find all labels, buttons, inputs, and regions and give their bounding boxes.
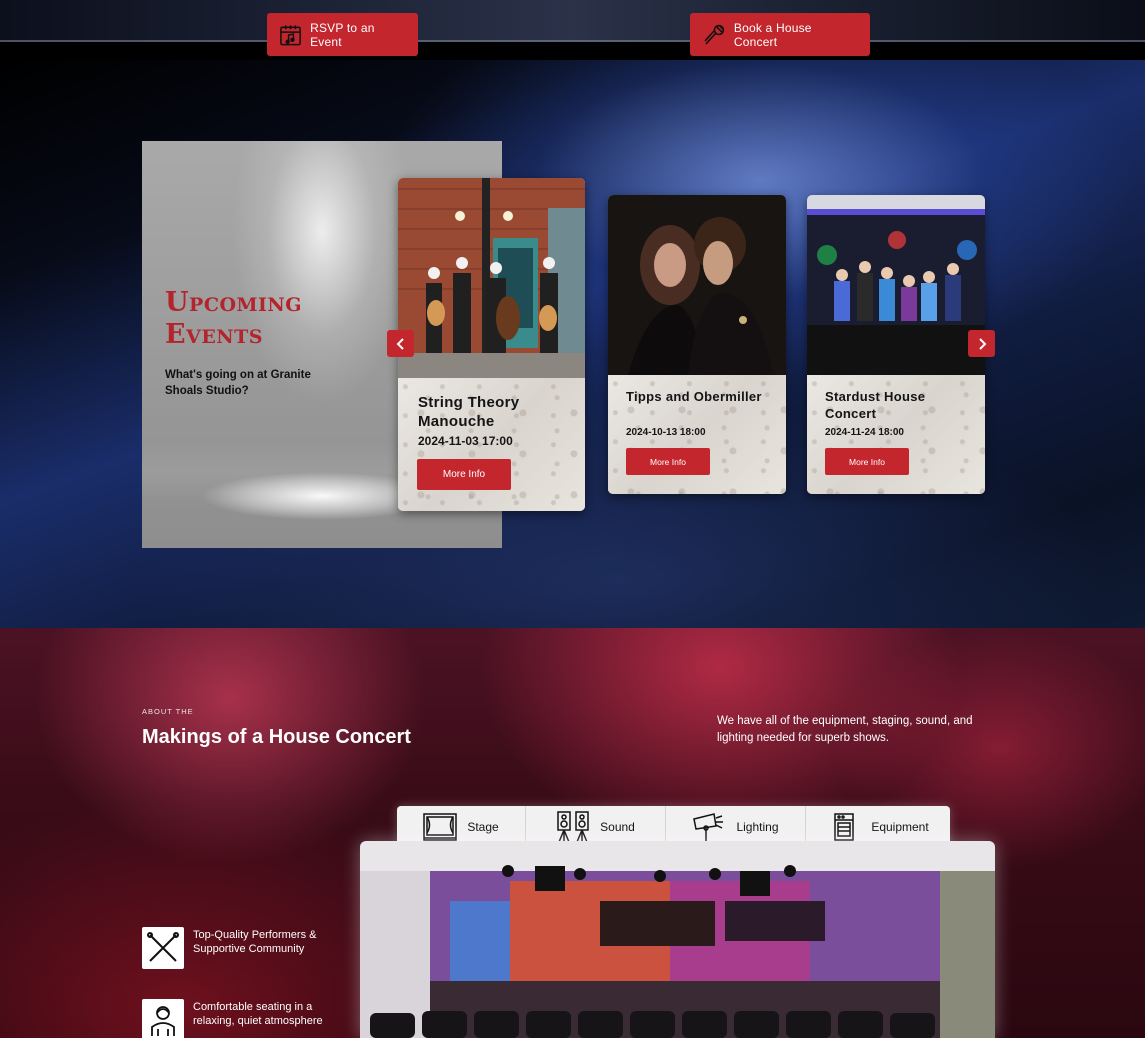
- stage-photo: [360, 841, 995, 1038]
- event-photo: [608, 195, 786, 375]
- more-info-button[interactable]: More Info: [626, 448, 710, 475]
- section-description: We have all of the equipment, staging, s…: [717, 715, 973, 744]
- spotlight-icon: [693, 813, 724, 843]
- event-date: 2024-11-03 17:00: [418, 434, 513, 448]
- hero-strip: [0, 0, 1145, 42]
- rsvp-button[interactable]: RSVP to an Event: [267, 13, 418, 56]
- feature-text: Comfortable seating in a relaxing, quiet…: [193, 1001, 323, 1027]
- amplifier-icon: [834, 813, 855, 841]
- book-concert-label: Book a House Concert: [733, 20, 812, 49]
- event-title: Stardust House Concert: [825, 389, 926, 421]
- more-info-button[interactable]: More Info: [825, 448, 909, 475]
- event-photo: [807, 195, 985, 375]
- makings-section: ABOUT THE Makings of a House Concert We …: [0, 628, 1145, 1038]
- audience-person-icon: [142, 999, 184, 1038]
- events-subtitle: What's going on at Granite Shoals Studio…: [165, 369, 311, 397]
- tab-label: Stage: [467, 820, 499, 834]
- event-card[interactable]: Tipps and Obermiller 2024-10-13 18:00 Mo…: [608, 195, 786, 494]
- microphone-icon: [704, 24, 725, 44]
- tab-label: Sound: [600, 820, 635, 834]
- events-title: Upcoming Events: [165, 287, 303, 350]
- section-title: Makings of a House Concert: [142, 726, 411, 748]
- chevron-right-icon: [978, 337, 986, 350]
- event-photo: [398, 178, 585, 378]
- calendar-music-icon: [280, 24, 301, 45]
- carousel-next-button[interactable]: [968, 330, 995, 357]
- section-kicker: ABOUT THE: [142, 707, 194, 716]
- more-info-button[interactable]: More Info: [417, 459, 511, 490]
- chevron-left-icon: [396, 337, 404, 350]
- tab-label: Lighting: [736, 820, 779, 834]
- rsvp-button-label: RSVP to an Event: [310, 20, 375, 49]
- feature-item: Comfortable seating in a relaxing, quiet…: [142, 999, 343, 1038]
- event-card[interactable]: String Theory Manouche 2024-11-03 17:00 …: [398, 178, 585, 511]
- tab-label: Equipment: [871, 820, 929, 834]
- event-date: 2024-10-13 18:00: [626, 427, 706, 438]
- event-title: String Theory Manouche: [418, 394, 520, 430]
- crossed-drumsticks-icon: [142, 927, 184, 969]
- stage-icon: [423, 813, 458, 841]
- upcoming-events-section: Upcoming Events What's going on at Grani…: [0, 60, 1145, 628]
- feature-text: Top-Quality Performers & Supportive Comm…: [193, 929, 317, 955]
- event-date: 2024-11-24 18:00: [825, 427, 904, 438]
- page: RSVP to an Event Book a House Concert Up…: [0, 0, 1145, 1038]
- speakers-icon: [557, 811, 589, 843]
- carousel-prev-button[interactable]: [387, 330, 414, 357]
- event-card[interactable]: Stardust House Concert 2024-11-24 18:00 …: [807, 195, 985, 494]
- event-title: Tipps and Obermiller: [626, 389, 762, 404]
- book-concert-button[interactable]: Book a House Concert: [690, 13, 870, 56]
- feature-item: Top-Quality Performers & Supportive Comm…: [142, 927, 343, 969]
